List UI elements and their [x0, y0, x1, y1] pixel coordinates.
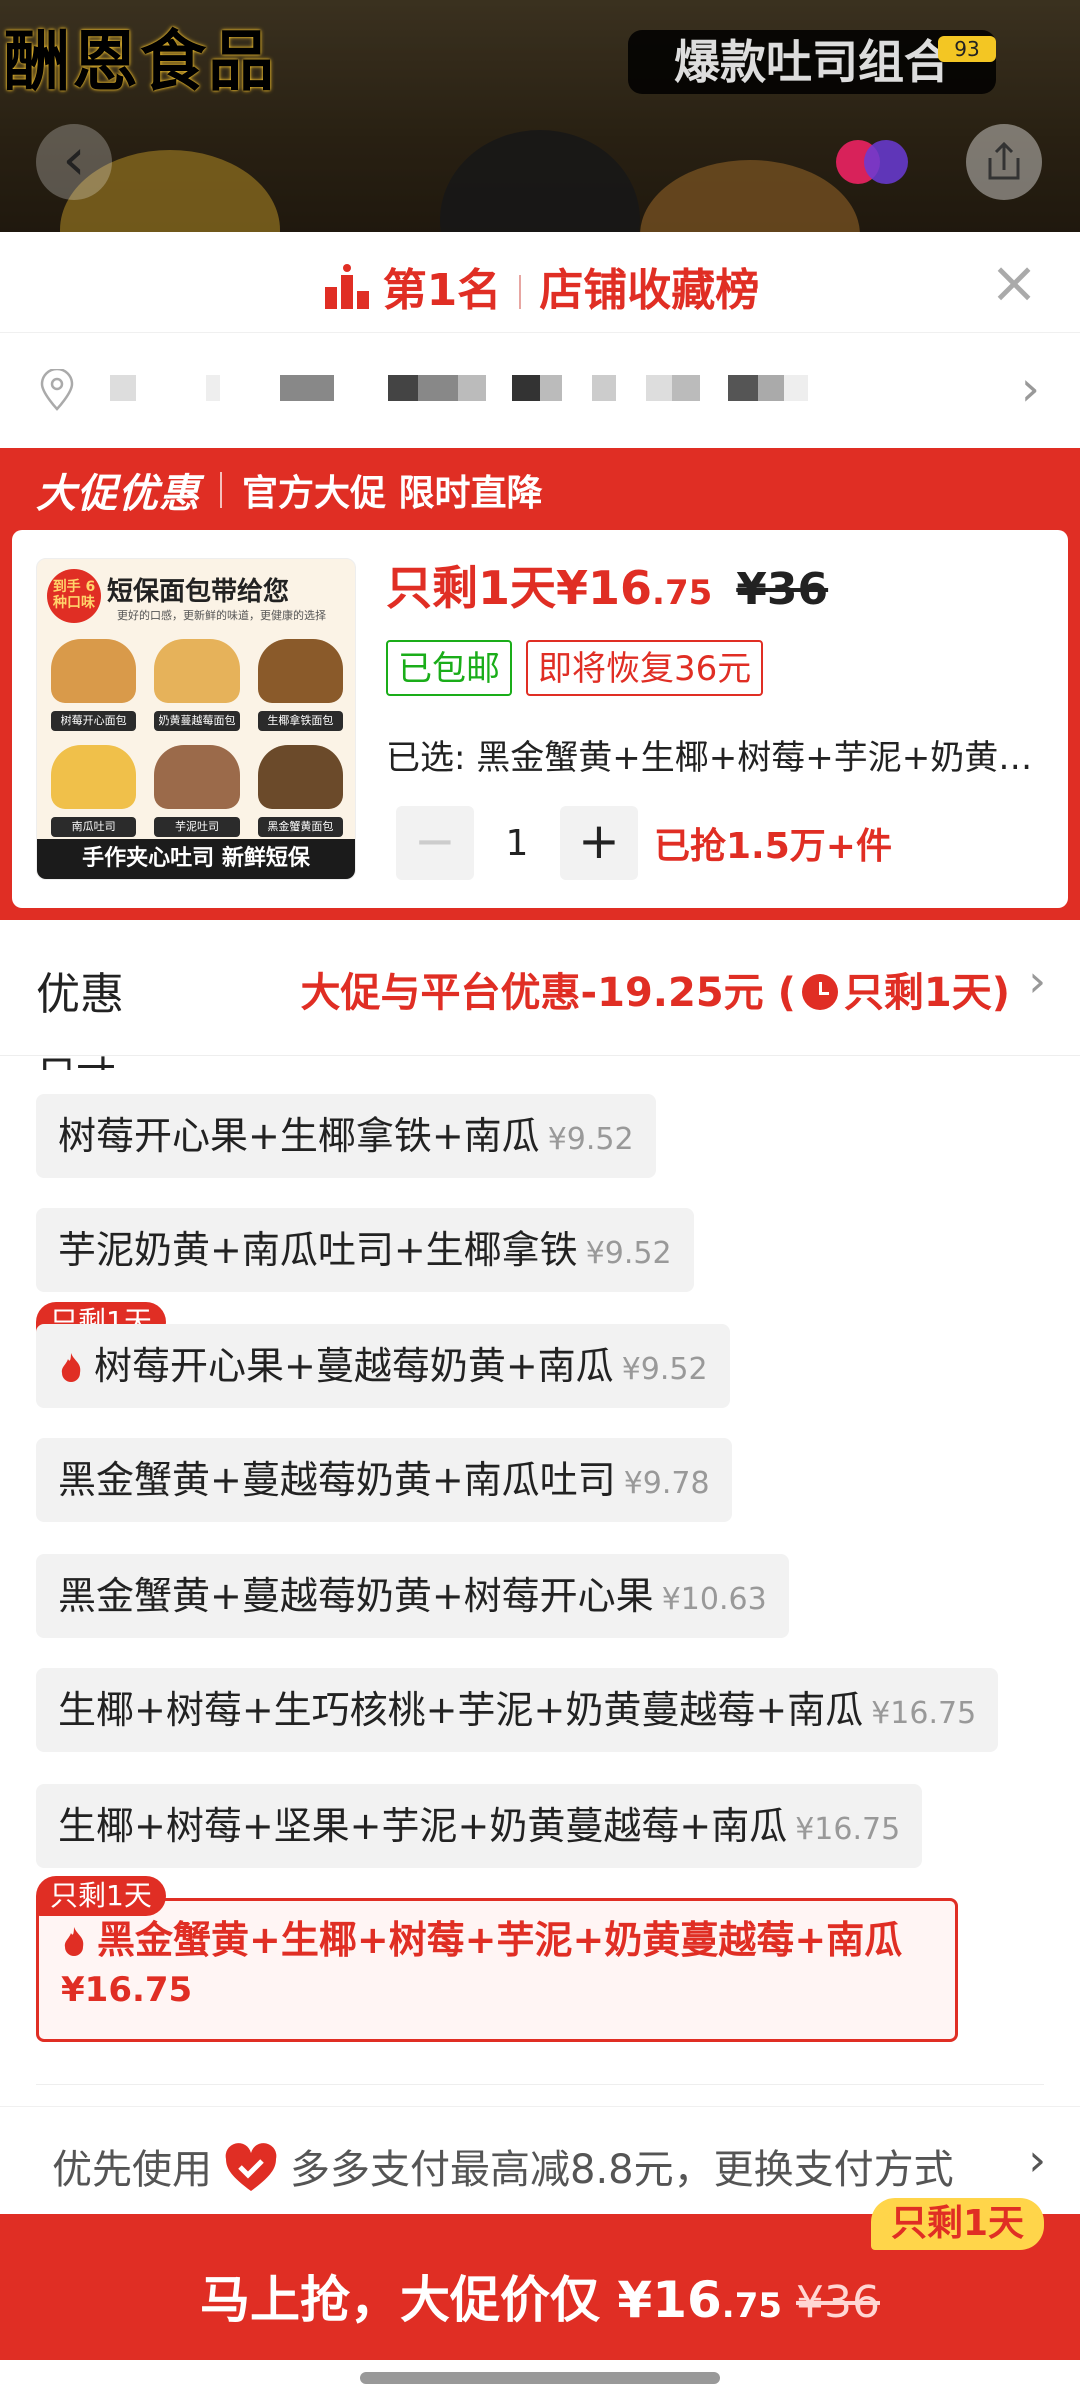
flame-icon: [64, 1927, 84, 1956]
product-background: 酬恩食品 爆款吐司组合 93 ‹: [0, 0, 1080, 232]
discount-label: 优惠: [36, 969, 124, 1020]
decrease-button[interactable]: −: [396, 806, 474, 880]
promo-banner: 大促优惠 官方大促 限时直降 到手 6种口味 短保面包带给您 更好的口感，更新鲜…: [0, 448, 1080, 920]
option-chip-selected[interactable]: 黑金蟹黄+生椰+树莓+芋泥+奶黄蔓越莓+南瓜 ¥16.75: [36, 1898, 958, 2042]
limited-badge: 只剩1天: [36, 1876, 166, 1916]
options-section-title: 尺寸: [36, 1044, 116, 1070]
payment-text: 优先使用 多多支付最高减8.8元，更换支付方式: [52, 2137, 954, 2195]
limited-badge: 只剩1天: [870, 2198, 1044, 2250]
loaf-image: 黑金蟹黄面包: [252, 739, 349, 839]
loaf-image: 奶黄蔓越莓面包: [148, 633, 245, 733]
quantity-value[interactable]: 1: [474, 823, 560, 864]
location-pin-icon: [40, 369, 74, 411]
promo-brand: 大促优惠: [36, 471, 200, 517]
store-name: 酬恩食品: [4, 23, 276, 100]
share-icon[interactable]: [966, 124, 1042, 200]
quantity-stepper: − 1 + 已抢1.5万+件: [396, 806, 892, 880]
back-arrow-icon[interactable]: ‹: [36, 124, 112, 200]
promo-slogan: 官方大促 限时直降: [242, 473, 543, 514]
price-line: 只剩1天¥16.75 ¥36: [386, 552, 828, 618]
divider: [36, 2084, 1044, 2085]
option-chip[interactable]: 黑金蟹黄+蔓越莓奶黄+树莓开心果 ¥10.63: [36, 1554, 789, 1638]
price-decimal: .75: [652, 573, 713, 613]
original-price: ¥36: [736, 564, 829, 615]
chevron-right-icon: ›: [1028, 956, 1046, 1007]
buy-label: 马上抢，大促价仅 ¥16.75 ¥36: [200, 2271, 880, 2329]
discount-value: 大促与平台优惠-19.25元 (只剩1天): [300, 970, 1010, 1016]
sold-count: 已抢1.5万+件: [654, 826, 892, 867]
buy-now-button[interactable]: 马上抢，大促价仅 ¥16.75 ¥36 只剩1天: [0, 2198, 1080, 2360]
loaf-image: 南瓜吐司: [45, 739, 142, 839]
loaf-image: 树莓开心面包: [45, 633, 142, 733]
thumb-title: 短保面包带给您: [107, 577, 290, 607]
heart-pay-icon: [225, 2143, 277, 2191]
sku-sheet: 第1名 店铺收藏榜 × › 大促优惠 官方大促 限时直降 到手 6种口味 短保面…: [0, 232, 1080, 2408]
option-chip[interactable]: 生椰+树莓+坚果+芋泥+奶黄蔓越莓+南瓜 ¥16.75: [36, 1784, 923, 1868]
home-indicator[interactable]: [360, 2372, 720, 2384]
address-redacted: [110, 375, 808, 403]
product-card: 到手 6种口味 短保面包带给您 更好的口感，更新鲜的味道，更健康的选择 树莓开心…: [12, 530, 1068, 908]
loaf-image: 芋泥吐司: [148, 739, 245, 839]
option-chip[interactable]: 黑金蟹黄+蔓越莓奶黄+南瓜吐司 ¥9.78: [36, 1438, 732, 1522]
option-chip[interactable]: 芋泥奶黄+南瓜吐司+生椰拿铁 ¥9.52: [36, 1208, 694, 1292]
free-shipping-tag: 已包邮: [386, 640, 512, 696]
rank-position: 第1名: [382, 265, 502, 316]
thumb-badge: 到手 6种口味: [47, 569, 101, 623]
price-main: 只剩1天¥16: [386, 561, 653, 615]
discount-row[interactable]: 优惠 大促与平台优惠-19.25元 (只剩1天) ›: [0, 920, 1080, 1056]
battery-indicator: 93: [938, 36, 996, 62]
option-chip[interactable]: 生椰+树莓+生巧核桃+芋泥+奶黄蔓越莓+南瓜 ¥16.75: [36, 1668, 999, 1752]
chevron-right-icon: ›: [1020, 361, 1040, 417]
clock-icon: [801, 974, 838, 1010]
loaf-image: 生椰拿铁面包: [252, 633, 349, 733]
rank-bar[interactable]: 第1名 店铺收藏榜 ×: [0, 232, 1080, 332]
close-icon[interactable]: ×: [988, 253, 1040, 311]
thumb-subtitle: 更好的口感，更新鲜的味道，更健康的选择: [117, 609, 326, 622]
restore-price-tag: 即将恢复36元: [526, 640, 764, 696]
increase-button[interactable]: +: [560, 806, 638, 880]
option-chip[interactable]: 树莓开心果+生椰拿铁+南瓜 ¥9.52: [36, 1094, 656, 1178]
thumb-footer: 手作夹心吐司 新鲜短保: [37, 839, 355, 879]
page: 酬恩食品 爆款吐司组合 93 ‹ 第1名 店铺收藏榜 × › 大促优惠 官方大促…: [0, 0, 1080, 2408]
chevron-right-icon: ›: [1028, 2135, 1046, 2186]
option-chip[interactable]: 树莓开心果+蔓越莓奶黄+南瓜 ¥9.52: [36, 1324, 730, 1408]
rank-list-name: 店铺收藏榜: [539, 265, 760, 316]
product-thumbnail[interactable]: 到手 6种口味 短保面包带给您 更好的口感，更新鲜的味道，更健康的选择 树莓开心…: [36, 558, 356, 880]
flame-icon: [61, 1353, 81, 1382]
ranking-icon: [324, 264, 369, 309]
selected-spec: 已选: 黑金蟹黄+生椰+树莓+芋泥+奶黄蔓越莓+南瓜: [386, 738, 1046, 778]
brand-logo-icon: [836, 140, 908, 184]
address-row[interactable]: ›: [0, 332, 1080, 440]
